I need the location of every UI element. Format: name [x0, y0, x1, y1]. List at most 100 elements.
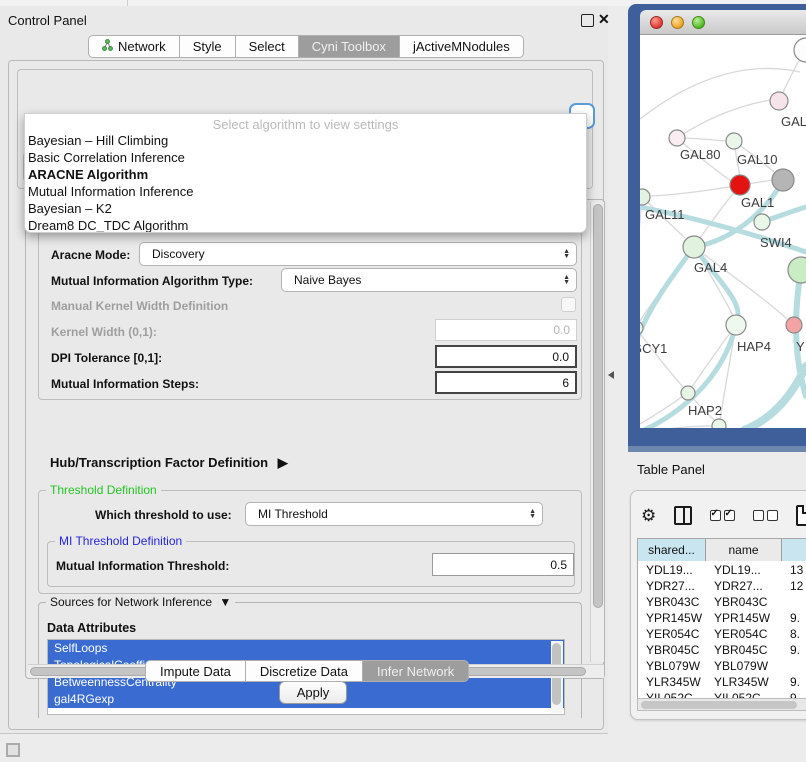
network-node-gal[interactable]: [770, 92, 788, 110]
tab-select[interactable]: Select: [236, 35, 299, 58]
network-node-label: GAL80: [680, 147, 720, 162]
table-row[interactable]: YER054CYER054C8.: [638, 626, 806, 642]
network-node-gal1[interactable]: [730, 175, 750, 195]
table-row[interactable]: YDR27...YDR27...12: [638, 578, 806, 594]
attribute-item-selfloops[interactable]: SelfLoops: [48, 640, 564, 657]
expand-arrow-icon: ▶: [278, 455, 288, 470]
deselect-all-icon[interactable]: [753, 510, 778, 521]
table-cell: YBL079W: [714, 658, 780, 674]
table-cell: 9.: [790, 674, 806, 690]
sources-title[interactable]: Sources for Network Inference ▼: [46, 595, 235, 609]
network-edge[interactable]: [692, 325, 736, 387]
collapsed-panel-button[interactable]: [6, 743, 20, 757]
table-toolbar: ⚙: [641, 501, 806, 529]
table-cell: YBL079W: [646, 658, 704, 674]
algorithm-item-aracne-algorithm[interactable]: ARACNE Algorithm: [25, 166, 586, 183]
network-window: GALGAL80GAL10GAL1GAL11SWI4GAL4GCY1HAP4YH…: [628, 4, 806, 452]
data-attributes-label: Data Attributes: [47, 621, 136, 635]
dpi-tolerance-field[interactable]: [435, 345, 577, 368]
table-row[interactable]: YBR043CYBR043C: [638, 594, 806, 610]
settings-vscrollbar-thumb[interactable]: [593, 204, 603, 608]
network-node-gal4[interactable]: [683, 236, 705, 258]
table-row[interactable]: YLR345WYLR345W9.: [638, 674, 806, 690]
select-all-icon[interactable]: [710, 510, 735, 521]
table-row[interactable]: YIL052CYIL052C9.: [638, 690, 806, 698]
column-header-shared[interactable]: shared...: [638, 539, 706, 561]
close-icon[interactable]: ✕: [598, 11, 610, 28]
dpi-tolerance-label: DPI Tolerance [0,1]:: [51, 351, 162, 365]
algorithm-item-bayesian-k2[interactable]: Bayesian – K2: [25, 200, 586, 217]
aracne-mode-combo[interactable]: Discovery ▲▼: [139, 242, 577, 266]
network-edge-highlighted[interactable]: [744, 366, 806, 428]
network-window-titlebar[interactable]: [640, 10, 806, 35]
spinner-arrows-icon: ▲▼: [563, 249, 570, 259]
document-icon[interactable]: [796, 505, 806, 526]
table-cell: 12: [790, 578, 806, 594]
network-node[interactable]: [788, 257, 806, 283]
table-cell: YLR345W: [646, 674, 704, 690]
network-node-swi4[interactable]: [754, 214, 770, 230]
tab-style[interactable]: Style: [180, 35, 236, 58]
network-node-gal11[interactable]: [640, 189, 650, 205]
splitter-arrow-icon[interactable]: [608, 371, 614, 379]
gear-icon[interactable]: ⚙: [641, 507, 656, 524]
tab-jactivemnodules[interactable]: jActiveMNodules: [400, 35, 524, 58]
mi-type-label: Mutual Information Algorithm Type:: [51, 274, 253, 288]
network-node[interactable]: [772, 169, 794, 191]
hub-definition-label[interactable]: Hub/Transcription Factor Definition ▶: [50, 455, 288, 471]
tab-network[interactable]: Network: [88, 35, 180, 58]
mi-steps-field[interactable]: [435, 371, 577, 394]
column-header-name[interactable]: name: [706, 539, 782, 561]
mi-threshold-group: MI Threshold Definition Mutual Informati…: [47, 541, 575, 587]
table-hscrollbar-thumb[interactable]: [641, 701, 797, 709]
network-graph: GALGAL80GAL10GAL1GAL11SWI4GAL4GCY1HAP4YH…: [640, 35, 806, 428]
table-row[interactable]: YBR045CYBR045C9.: [638, 642, 806, 658]
network-node[interactable]: [794, 38, 806, 62]
mi-type-combo[interactable]: Naive Bayes ▲▼: [281, 268, 577, 292]
network-edge[interactable]: [640, 197, 642, 321]
tab-cyni-toolbox[interactable]: Cyni Toolbox: [299, 35, 400, 58]
kernel-width-field[interactable]: [435, 319, 577, 341]
column-header-a[interactable]: A: [782, 539, 806, 561]
tab-infer-network[interactable]: Infer Network: [363, 660, 469, 682]
which-threshold-combo[interactable]: MI Threshold ▲▼: [245, 502, 543, 526]
aracne-mode-value: Discovery: [152, 247, 205, 261]
network-node-gal80[interactable]: [669, 130, 685, 146]
tab-label: Cyni Toolbox: [312, 39, 386, 54]
kernel-width-label: Kernel Width (0,1):: [51, 325, 157, 339]
unchecked-box-icon: [753, 510, 764, 521]
columns-icon[interactable]: [674, 506, 691, 525]
tab-impute-data[interactable]: Impute Data: [145, 660, 246, 682]
algorithm-item-mutual-information-inference[interactable]: Mutual Information Inference: [25, 183, 586, 200]
table-row[interactable]: YDL19...YDL19...13: [638, 562, 806, 578]
network-node-gal10[interactable]: [726, 133, 742, 149]
mi-threshold-field[interactable]: [432, 553, 574, 576]
network-edge-highlighted[interactable]: [640, 247, 694, 342]
network-edge[interactable]: [640, 328, 683, 387]
settings-vertical-scrollbar[interactable]: [590, 202, 604, 662]
network-node[interactable]: [712, 419, 726, 428]
network-node-hap2[interactable]: [681, 386, 695, 400]
network-canvas[interactable]: GALGAL80GAL10GAL1GAL11SWI4GAL4GCY1HAP4YH…: [640, 35, 806, 428]
algorithm-item-basic-correlation-inference[interactable]: Basic Correlation Inference: [25, 149, 586, 166]
algorithm-item-bayesian-hill-climbing[interactable]: Bayesian – Hill Climbing: [25, 132, 586, 149]
network-edge[interactable]: [650, 185, 740, 196]
apply-button[interactable]: Apply: [279, 681, 347, 704]
network-node-y[interactable]: [786, 317, 802, 333]
float-window-icon[interactable]: [581, 14, 594, 27]
table-row[interactable]: YBL079W YBL079W: [638, 658, 806, 674]
close-traffic-light-icon[interactable]: [650, 16, 663, 29]
zoom-traffic-light-icon[interactable]: [692, 16, 705, 29]
table-row[interactable]: YPR145WYPR145W9.: [638, 610, 806, 626]
network-edge[interactable]: [677, 100, 771, 138]
tab-discretize-data[interactable]: Discretize Data: [246, 660, 363, 682]
manual-kernel-checkbox[interactable]: [561, 297, 576, 312]
table-horizontal-scrollbar[interactable]: [637, 698, 806, 711]
tab-label: Select: [249, 39, 285, 54]
algorithm-item-dream8-dc-tdc-algorithm[interactable]: Dream8 DC_TDC Algorithm: [25, 217, 586, 233]
network-window-bottom-bezel: [628, 446, 806, 452]
network-node-hap4[interactable]: [726, 315, 746, 335]
network-edge[interactable]: [694, 247, 787, 319]
minimize-traffic-light-icon[interactable]: [671, 16, 684, 29]
bottom-tab-bar: Impute DataDiscretize DataInfer Network: [145, 660, 469, 682]
